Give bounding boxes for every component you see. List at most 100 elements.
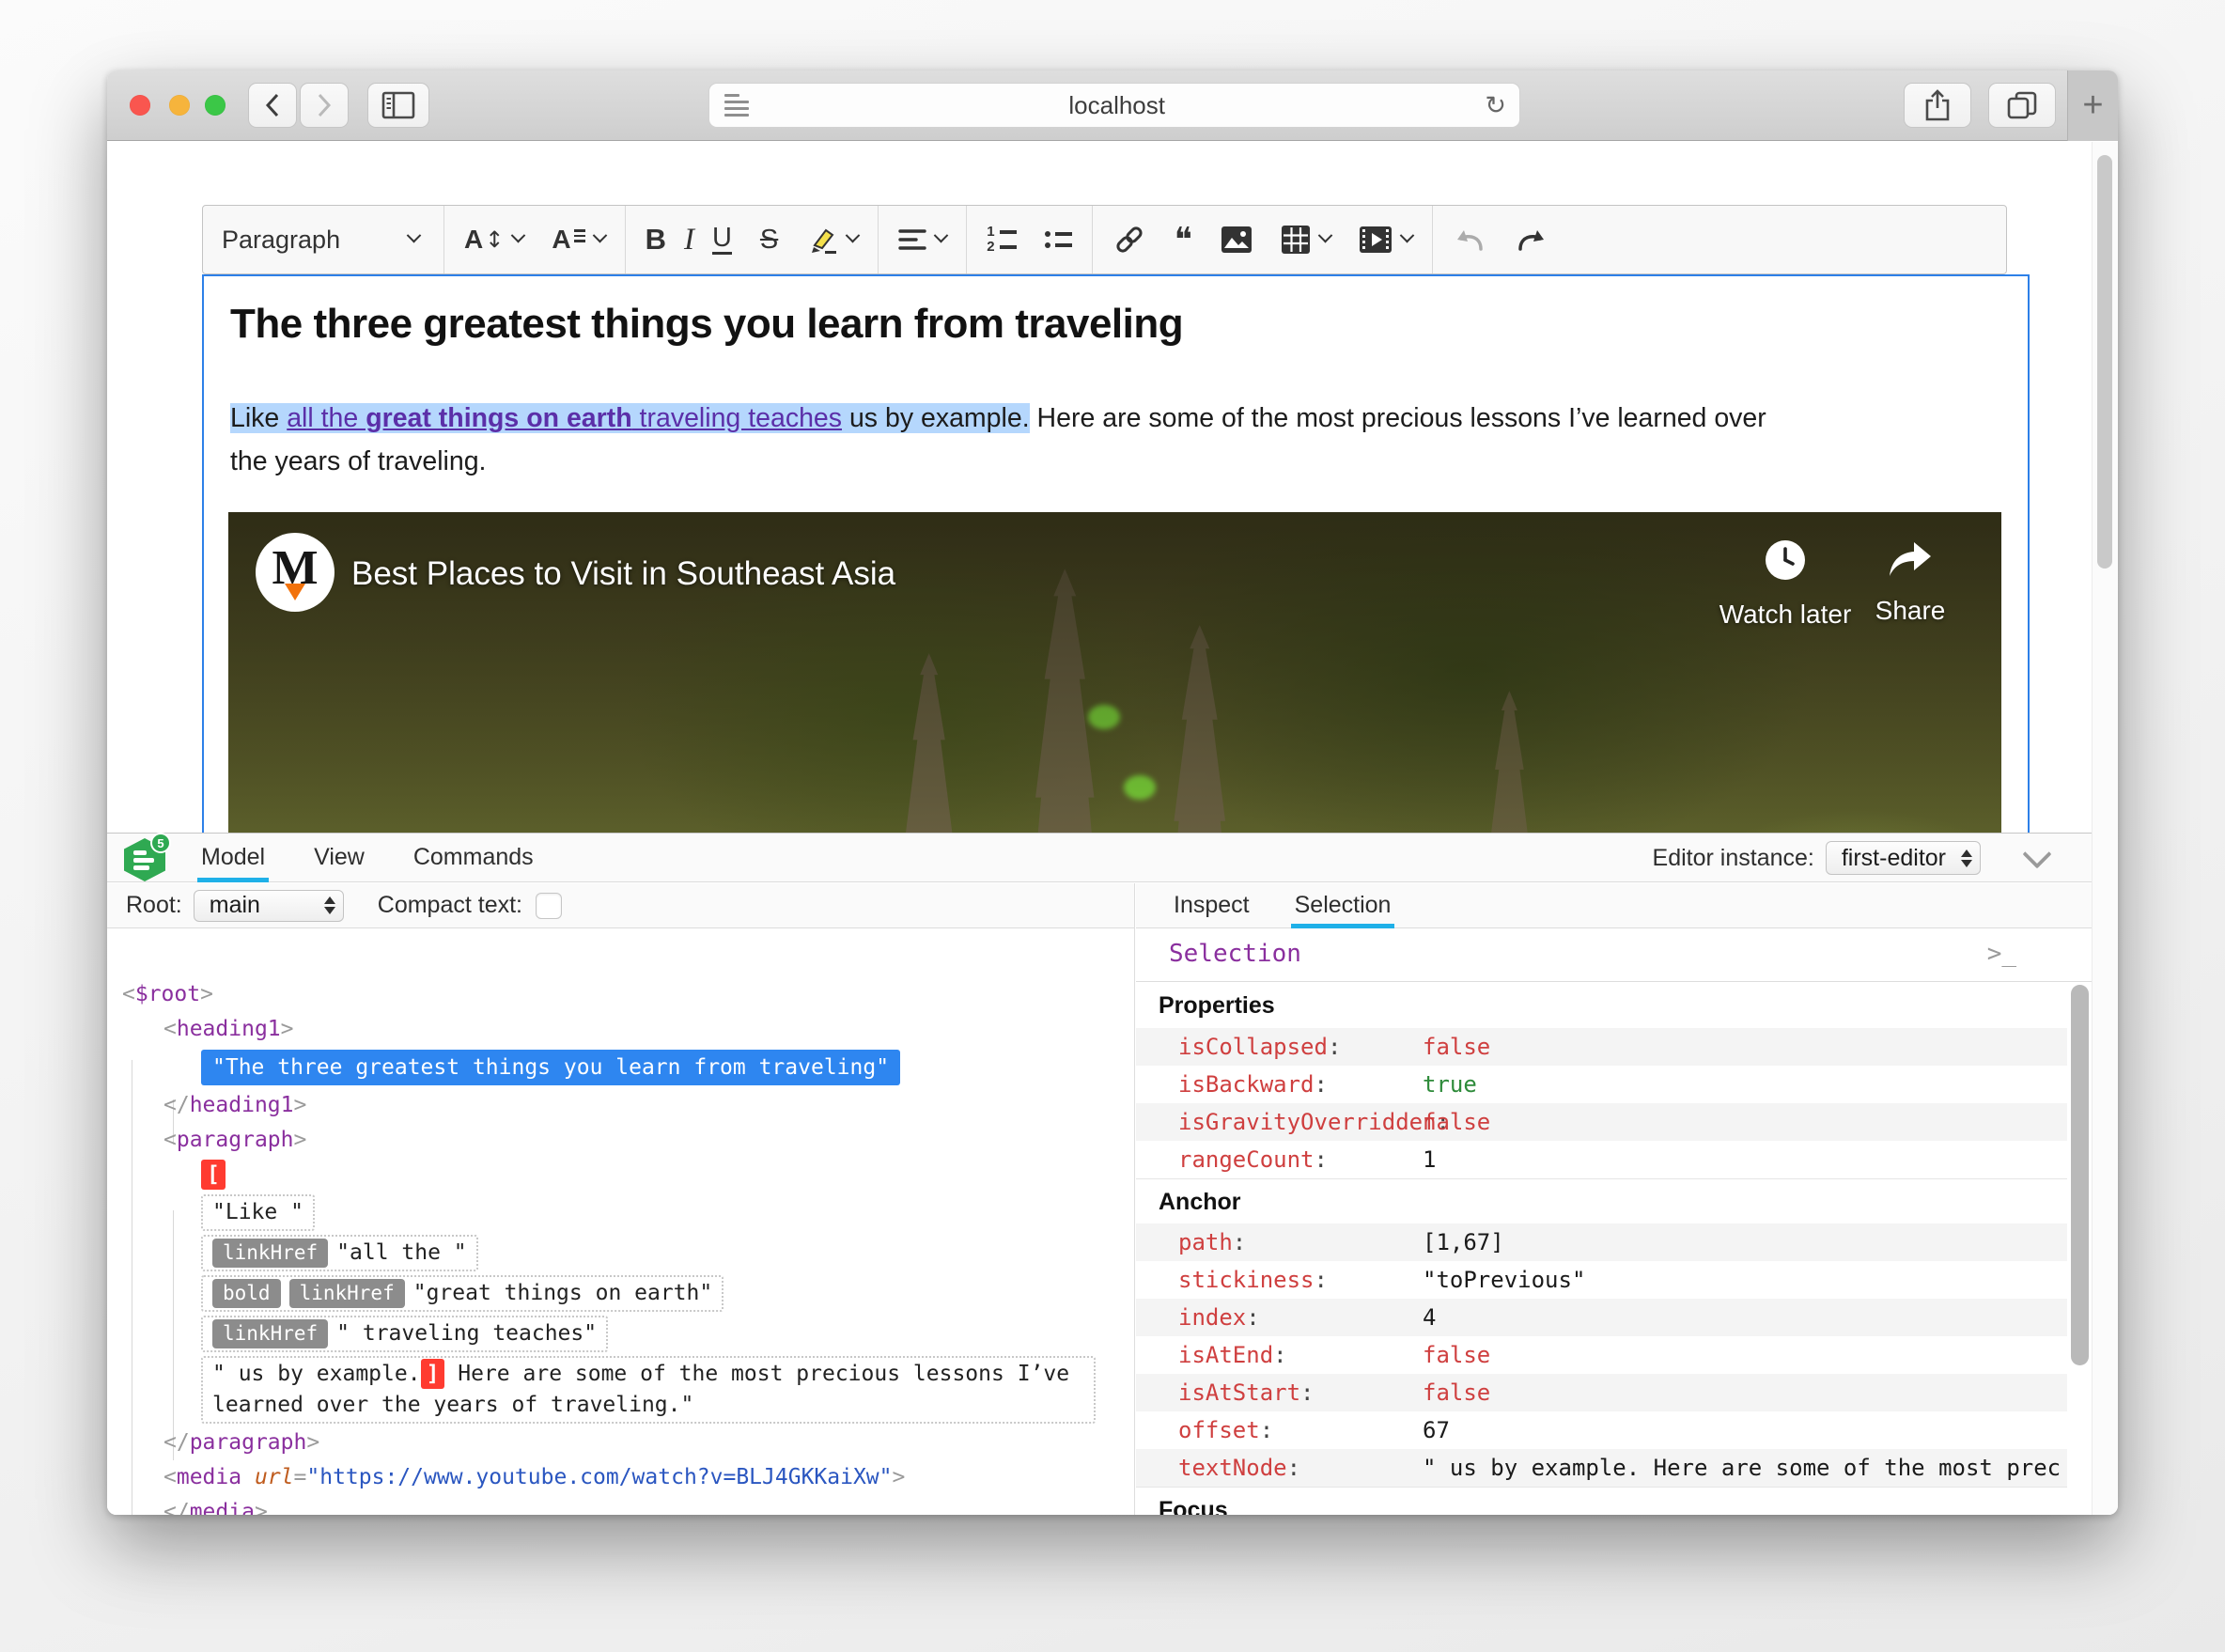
tree-line: linkHref " traveling teaches" — [122, 1314, 1134, 1354]
paragraph-link-text[interactable]: great things on earth — [366, 403, 632, 433]
tree-node-media[interactable]: </media> — [163, 1500, 268, 1515]
toolbar-separator — [443, 206, 444, 273]
page-scrollbar[interactable] — [2092, 142, 2118, 1515]
strikethrough-button[interactable]: S — [746, 206, 792, 273]
new-tab-button[interactable]: + — [2067, 70, 2118, 141]
property-key: isAtEnd: — [1178, 1342, 1287, 1368]
video-share-button[interactable]: Share — [1849, 538, 1971, 626]
tree-line: "Like " — [122, 1192, 1134, 1233]
text-node[interactable]: linkHref "all the " — [201, 1235, 478, 1271]
table-icon — [1281, 226, 1310, 254]
property-row: textNode: " us by example. Here are some … — [1136, 1449, 2067, 1487]
text-node[interactable]: " us by example.] Here are some of the m… — [201, 1356, 1096, 1424]
bold-button[interactable]: B — [631, 206, 680, 273]
property-key: index: — [1178, 1304, 1260, 1331]
text-alignment-dropdown[interactable] — [884, 206, 960, 273]
compact-text-label: Compact text: — [377, 892, 522, 918]
tree-line: </paragraph> — [122, 1426, 1134, 1460]
numbered-list-button[interactable]: 1 2 — [972, 206, 1030, 273]
inspector-subheader: Root: main Compact text: Inspect Selecti… — [107, 883, 2092, 928]
attribute-badge-linkHref: linkHref — [212, 1319, 329, 1348]
bracket: > — [200, 982, 213, 1006]
tree-node-media[interactable]: <media url="https://www.youtube.com/watc… — [163, 1465, 905, 1489]
paragraph-link-text[interactable]: traveling teaches — [631, 403, 843, 433]
zoom-window-button[interactable] — [205, 95, 226, 116]
back-button[interactable] — [248, 83, 297, 128]
highlight-dropdown[interactable] — [792, 206, 872, 273]
insert-image-button[interactable] — [1206, 206, 1267, 273]
chevron-down-icon — [2022, 839, 2052, 869]
undo-button[interactable] — [1439, 206, 1501, 273]
compact-text-checkbox[interactable] — [536, 892, 562, 919]
paragraph-line-2: the years of traveling. — [230, 446, 487, 476]
tab-view[interactable]: View — [310, 834, 368, 882]
selected-text-node[interactable]: "The three greatest things you learn fro… — [201, 1050, 901, 1085]
tab-model[interactable]: Model — [197, 834, 270, 882]
property-value: false — [1423, 1342, 1491, 1368]
tree-node-heading1[interactable]: </heading1> — [163, 1093, 306, 1117]
log-to-console-icon[interactable]: >_ — [1987, 940, 2016, 968]
reader-view-icon[interactable] — [724, 94, 749, 117]
text-run: "great things on earth" — [412, 1281, 713, 1305]
selection-panel-title: Selection — [1169, 940, 1301, 968]
model-controls: Root: main Compact text: — [107, 883, 1135, 928]
tree-node-paragraph[interactable]: <paragraph> — [163, 1128, 306, 1152]
show-tabs-button[interactable] — [1988, 83, 2056, 128]
image-icon — [1221, 226, 1252, 253]
paragraph-style-dropdown[interactable]: Paragraph — [203, 206, 438, 273]
redo-button[interactable] — [1501, 206, 1563, 273]
font-family-dropdown[interactable]: A — [537, 206, 618, 273]
block-quote-button[interactable]: ❝ — [1160, 206, 1206, 273]
property-key: stickiness: — [1178, 1267, 1328, 1293]
colon: : — [1314, 1071, 1328, 1098]
editor-instance-select[interactable]: first-editor — [1825, 841, 1981, 875]
text-node[interactable]: "Like " — [201, 1194, 315, 1231]
collapse-inspector-button[interactable] — [2009, 839, 2065, 875]
tree-node-heading1[interactable]: <heading1> — [163, 1017, 294, 1041]
bracket: </ — [163, 1500, 190, 1515]
tag-name: $root — [134, 982, 201, 1006]
link-button[interactable] — [1098, 206, 1160, 273]
tag-name: paragraph — [189, 1430, 307, 1455]
toolbar-separator — [624, 206, 626, 273]
tree-node-paragraph[interactable]: </paragraph> — [163, 1430, 319, 1455]
toolbar-separator — [1431, 206, 1433, 273]
colon: : — [1259, 1417, 1274, 1443]
video-title[interactable]: Best Places to Visit in Southeast Asia — [351, 555, 895, 593]
bulleted-list-button[interactable] — [1031, 206, 1086, 273]
section-header-focus: Focus — [1136, 1487, 2067, 1515]
tab-selection[interactable]: Selection — [1290, 883, 1395, 928]
text-node[interactable]: linkHref " traveling teaches" — [201, 1316, 609, 1352]
bracket: > — [293, 1093, 307, 1117]
font-size-dropdown[interactable]: A ↕ — [450, 206, 537, 273]
share-page-button[interactable] — [1904, 83, 1971, 128]
equals-sign: = — [293, 1465, 307, 1489]
forward-button[interactable] — [300, 83, 349, 128]
property-row: path: [1,67] — [1136, 1223, 2067, 1261]
italic-button[interactable]: I — [680, 206, 698, 273]
selection-end-marker: ] — [420, 1359, 445, 1389]
property-key: isGravityOverridden: — [1178, 1109, 1450, 1135]
page-scrollbar-thumb[interactable] — [2097, 155, 2112, 569]
tab-inspect[interactable]: Inspect — [1170, 883, 1253, 928]
pane-scrollbar-thumb[interactable] — [2071, 985, 2089, 1365]
sidebar-toggle-button[interactable] — [367, 83, 429, 128]
address-bar[interactable]: localhost ↻ — [708, 83, 1520, 128]
close-window-button[interactable] — [130, 95, 150, 116]
minimize-window-button[interactable] — [169, 95, 190, 116]
watch-later-button[interactable]: Watch later — [1705, 538, 1865, 630]
insert-media-dropdown[interactable] — [1345, 206, 1426, 273]
reload-icon[interactable]: ↻ — [1485, 91, 1506, 120]
attribute-badge-bold: bold — [212, 1279, 281, 1308]
channel-avatar[interactable]: M — [256, 533, 335, 612]
tree-node-root[interactable]: <$root> — [122, 982, 213, 1006]
underline-button[interactable]: U — [698, 206, 746, 273]
paragraph-link-text[interactable]: all the — [287, 403, 366, 433]
paragraph-text: Here are some of the most precious lesso… — [1029, 403, 1766, 433]
tab-commands[interactable]: Commands — [410, 834, 537, 882]
insert-table-dropdown[interactable] — [1267, 206, 1345, 273]
text-node[interactable]: bold linkHref "great things on earth" — [201, 1275, 724, 1312]
root-select[interactable]: main — [193, 889, 344, 922]
root-label: Root: — [126, 892, 182, 918]
tag-name: media — [189, 1500, 255, 1515]
